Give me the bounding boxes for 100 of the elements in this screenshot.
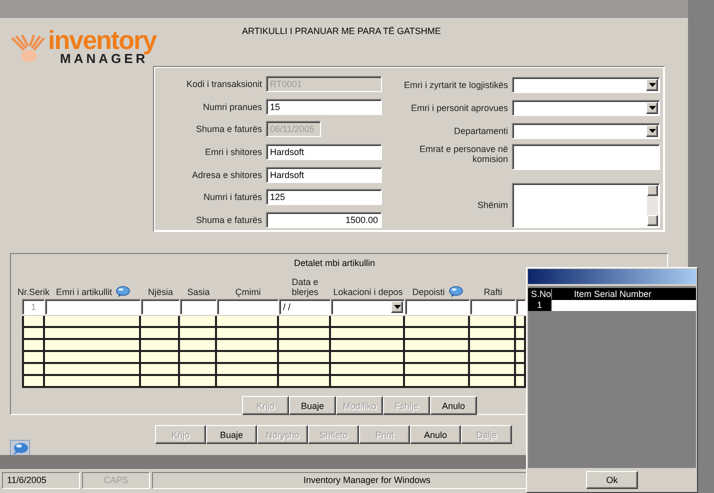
grid-cell[interactable] — [22, 364, 45, 376]
grid-cell[interactable] — [331, 328, 405, 340]
ok-button[interactable]: Ok — [586, 471, 638, 489]
grid-cell[interactable] — [516, 376, 526, 388]
grid-cell[interactable] — [279, 364, 331, 376]
field-label: Emri i zyrtarit te logjistikës — [402, 80, 508, 90]
column-header: Lokacioni i depos — [333, 287, 403, 297]
grid-cell[interactable] — [180, 364, 217, 376]
grid-cell[interactable] — [470, 328, 516, 340]
form-button[interactable]: Anulo — [430, 396, 477, 415]
dropdown-field[interactable] — [512, 100, 660, 116]
grid-cell[interactable] — [331, 364, 405, 376]
input-field[interactable] — [141, 299, 180, 315]
grid-cell[interactable] — [331, 316, 405, 328]
dropdown-field[interactable] — [331, 299, 405, 315]
grid-cell[interactable] — [217, 316, 279, 328]
column-header: Sasia — [187, 287, 210, 297]
grid-cell[interactable] — [516, 328, 526, 340]
grid-cell[interactable] — [141, 316, 180, 328]
field-label: Adresa e shitores — [190, 170, 262, 180]
input-field[interactable] — [405, 299, 470, 315]
grid-cell[interactable] — [279, 340, 331, 352]
field-label: Emri i personit aprovues — [410, 102, 508, 112]
input-field[interactable]: 15 — [266, 98, 382, 115]
row-number: 1 — [528, 300, 552, 311]
grid-cell[interactable] — [217, 328, 279, 340]
text-area[interactable] — [512, 144, 660, 170]
grid-cell[interactable] — [279, 328, 331, 340]
form-title: ARTIKULLI I PRANUAR ME PARA TË GATSHME — [242, 25, 441, 38]
status-date: 11/6/2005 — [2, 472, 80, 489]
grid-cell[interactable] — [22, 352, 45, 364]
grid-cell[interactable] — [45, 316, 141, 328]
dropdown-field[interactable] — [512, 76, 660, 92]
input-field[interactable]: / / — [279, 299, 331, 315]
speech-bubble-icon[interactable] — [116, 286, 130, 297]
grid-cell[interactable] — [405, 340, 470, 352]
grid-cell[interactable] — [217, 364, 279, 376]
grid-cell[interactable] — [516, 316, 526, 328]
grid-cell[interactable] — [45, 364, 141, 376]
column-header: Çmimi — [235, 287, 261, 297]
grid-cell[interactable] — [141, 376, 180, 388]
grid-cell[interactable] — [279, 352, 331, 364]
grid-cell[interactable] — [405, 364, 470, 376]
form-button[interactable]: Buaje — [289, 396, 336, 415]
grid-cell[interactable] — [217, 376, 279, 388]
grid-cell[interactable] — [279, 316, 331, 328]
input-field[interactable] — [470, 299, 516, 315]
grid-cell[interactable] — [180, 340, 217, 352]
grid-cell[interactable] — [217, 340, 279, 352]
grid-cell[interactable] — [516, 352, 526, 364]
input-field[interactable]: Hardsoft — [266, 166, 382, 183]
grid-cell[interactable] — [141, 352, 180, 364]
input-field[interactable]: Hardsoft — [266, 144, 382, 160]
speech-bubble-icon[interactable] — [448, 286, 463, 297]
grid-cell[interactable] — [217, 352, 279, 364]
grid-cell[interactable] — [141, 364, 180, 376]
dropdown-field[interactable] — [512, 122, 660, 138]
grid-cell[interactable] — [45, 328, 141, 340]
grid-cell[interactable] — [45, 376, 141, 388]
grid-cell[interactable] — [470, 376, 516, 388]
column-header: Rafti — [484, 287, 502, 297]
input-field[interactable]: 125 — [266, 189, 382, 206]
input-field[interactable] — [45, 299, 141, 315]
grid-cell[interactable] — [180, 316, 217, 328]
grid-cell[interactable] — [22, 316, 45, 328]
scroll-bar[interactable] — [647, 184, 658, 226]
speech-bubble-icon[interactable] — [10, 440, 30, 456]
grid-cell[interactable] — [279, 376, 331, 388]
grid-cell[interactable] — [180, 352, 217, 364]
caret-icon — [394, 305, 400, 309]
input-field[interactable]: 1500.00 — [266, 212, 382, 228]
grid-cell[interactable] — [470, 316, 516, 328]
grid-cell[interactable] — [405, 328, 470, 340]
grid-cell[interactable] — [405, 376, 470, 388]
grid-cell[interactable] — [141, 340, 180, 352]
grid-cell[interactable] — [22, 376, 45, 388]
grid-cell[interactable] — [22, 328, 45, 340]
grid-cell[interactable] — [22, 340, 45, 352]
grid-cell[interactable] — [141, 328, 180, 340]
text-area[interactable] — [512, 182, 660, 228]
grid-cell[interactable] — [180, 376, 217, 388]
grid-cell[interactable] — [45, 352, 141, 364]
input-field[interactable] — [217, 299, 279, 315]
grid-cell[interactable] — [331, 340, 405, 352]
grid-cell[interactable] — [405, 352, 470, 364]
input-field[interactable] — [516, 299, 526, 315]
grid-cell[interactable] — [45, 340, 141, 352]
grid-cell[interactable] — [516, 340, 526, 352]
grid-cell[interactable] — [470, 340, 516, 352]
grid-cell[interactable] — [180, 328, 217, 340]
input-field[interactable] — [180, 299, 217, 315]
toolbar-button[interactable]: Anulo — [410, 425, 461, 444]
toolbar-button[interactable]: Buaje — [206, 425, 257, 444]
caret-icon — [648, 82, 656, 86]
grid-cell[interactable] — [470, 352, 516, 364]
grid-cell[interactable] — [516, 364, 526, 376]
grid-cell[interactable] — [405, 316, 470, 328]
grid-cell[interactable] — [331, 352, 405, 364]
grid-cell[interactable] — [331, 376, 405, 388]
grid-cell[interactable] — [470, 364, 516, 376]
